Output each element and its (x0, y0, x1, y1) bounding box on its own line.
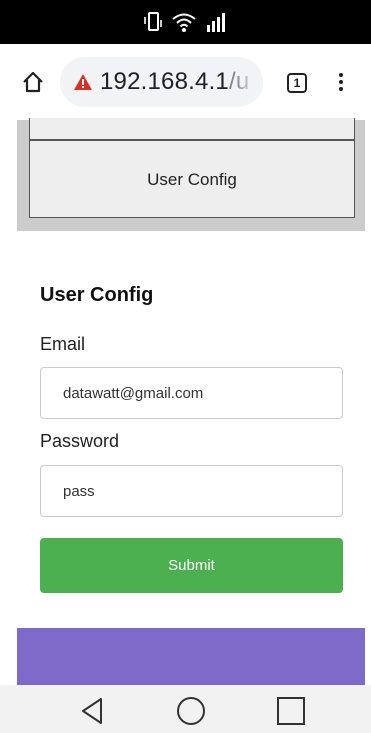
form-title: User Config (40, 284, 154, 306)
url-host: 192.168.4.1 (100, 68, 229, 95)
footer-bar (17, 628, 365, 685)
menu-dot (339, 87, 343, 91)
menu-dot (339, 80, 343, 84)
status-bar (0, 0, 371, 44)
email-field[interactable] (40, 367, 343, 419)
browser-toolbar: 192.168.4.1/u 1 (0, 44, 371, 120)
more-vert-icon[interactable] (333, 70, 349, 96)
home-circle-icon[interactable] (175, 695, 207, 727)
wifi-icon (171, 11, 197, 33)
back-icon[interactable] (77, 695, 109, 727)
url-fade (235, 57, 263, 107)
submit-button[interactable]: Submit (40, 538, 343, 593)
email-label: Email (40, 334, 86, 354)
signal-icon (205, 11, 229, 33)
home-icon[interactable] (20, 69, 46, 95)
user-config-nav-button[interactable]: User Config (29, 140, 355, 218)
menu-dot (339, 73, 343, 77)
panel-button-previous[interactable] (29, 118, 355, 140)
warning-icon[interactable] (74, 74, 92, 90)
address-bar[interactable]: 192.168.4.1/u (60, 57, 263, 107)
url-text: 192.168.4.1/u (100, 68, 249, 96)
password-field[interactable] (40, 465, 343, 517)
vibrate-icon (143, 10, 163, 34)
system-nav-bar (0, 685, 371, 733)
nav-panel: User Config (17, 118, 365, 231)
tab-switcher-icon[interactable]: 1 (287, 73, 307, 93)
recents-icon[interactable] (275, 695, 307, 727)
password-label: Password (40, 431, 120, 451)
